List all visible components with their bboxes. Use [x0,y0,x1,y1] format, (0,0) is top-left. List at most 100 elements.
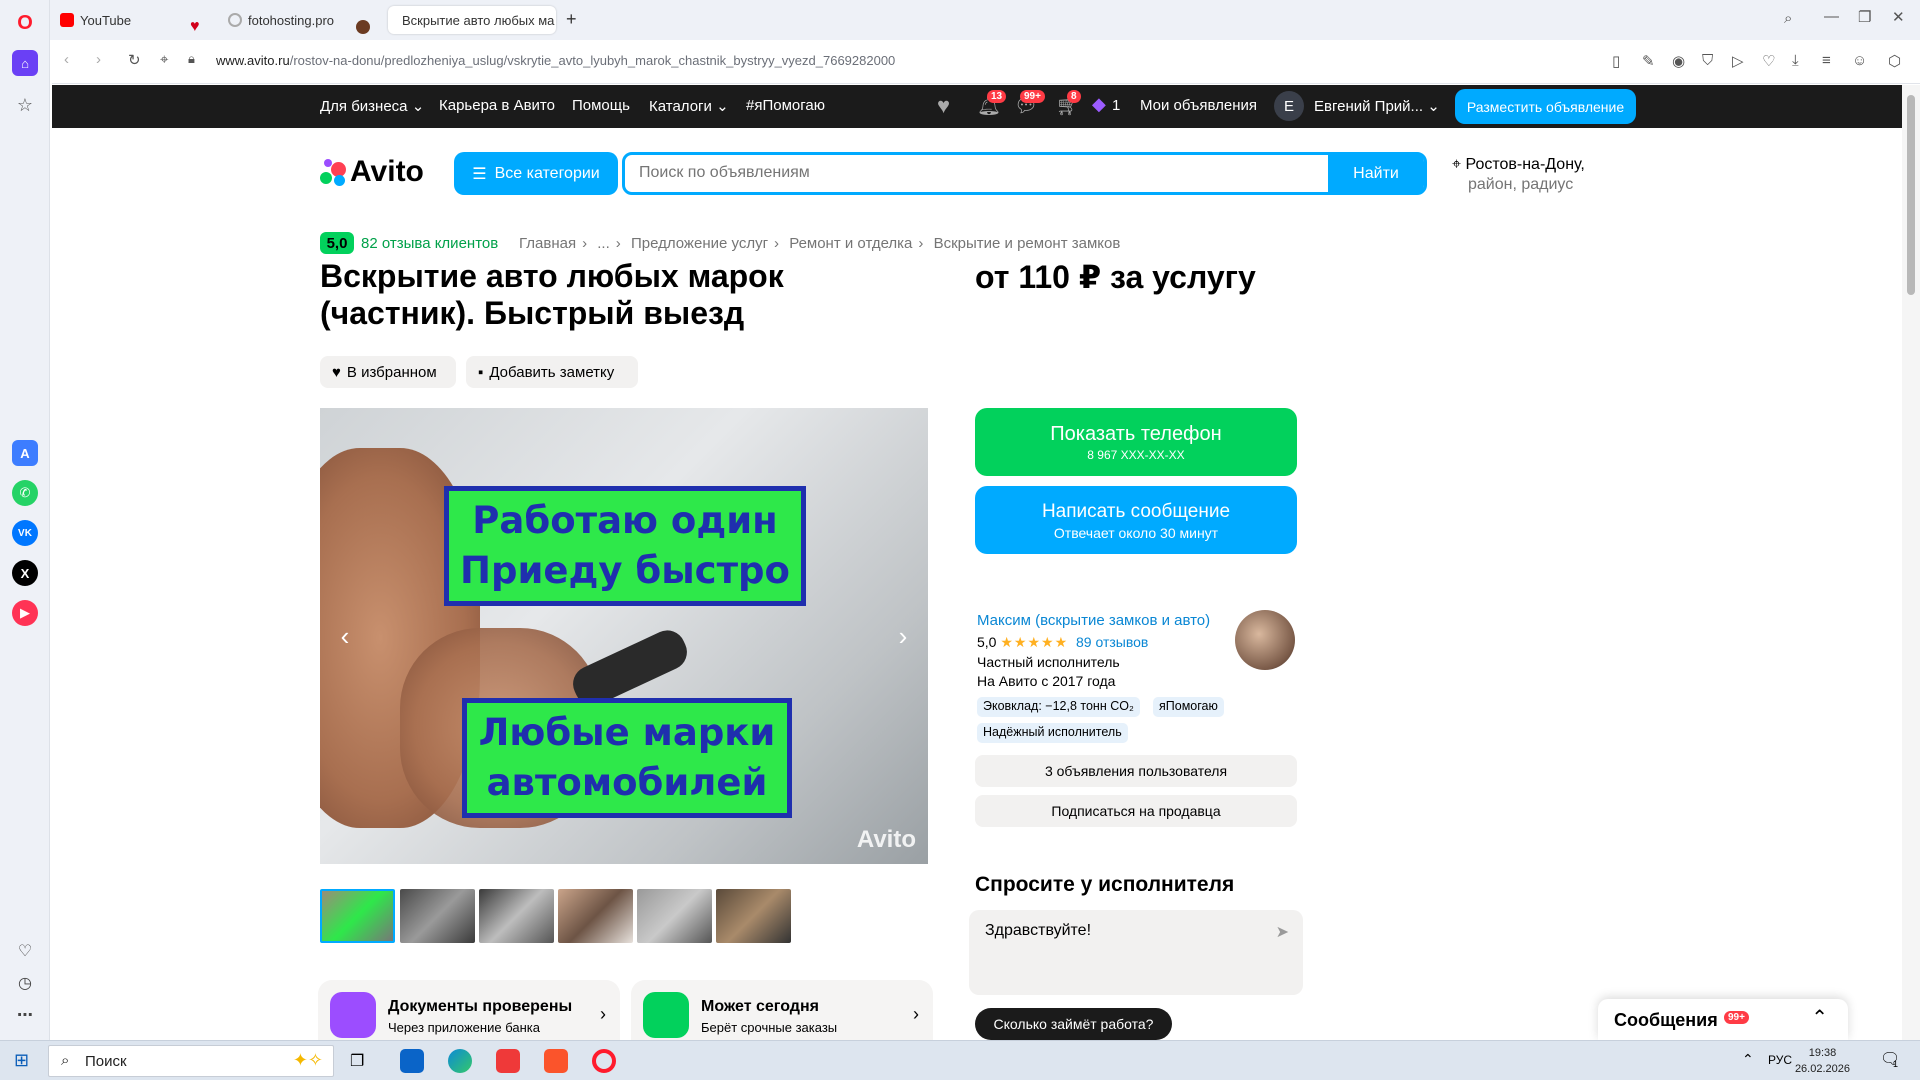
outlook-icon[interactable] [400,1049,424,1073]
opera-sidebar: O ⌂ ☆ A ✆ VK X ▶ ♡ ◷ ⋯ [0,0,50,1040]
nav-ihelp[interactable]: #яПомогаю [746,97,825,114]
extensions-icon[interactable]: ⬡ [1888,52,1901,70]
nav-business[interactable]: Для бизнеса ⌄ [320,97,424,115]
reliable-badge[interactable]: Надёжный исполнитель [977,723,1128,743]
search-input[interactable] [639,164,1279,182]
star-icon[interactable]: ☆ [12,92,38,118]
url-text[interactable]: www.avito.ru/rostov-na-donu/predlozheniy… [216,53,895,68]
seller-avatar[interactable] [1235,610,1295,670]
minimize-icon[interactable]: — [1824,8,1839,25]
quick-question-chip[interactable]: Сколько займёт работа? [975,1008,1172,1040]
thumbnail[interactable] [716,889,791,943]
tab-fotohosting[interactable]: fotohosting.pro [220,6,342,34]
all-categories-button[interactable]: ☰ Все категории [454,152,618,195]
feature-today-card[interactable]: Может сегодня Берёт срочные заказы › [631,980,933,1040]
download-icon[interactable]: ⤓ [1792,52,1799,69]
write-message-button[interactable]: Написать сообщение Отвечает около 30 мин… [975,486,1297,554]
avito-logo[interactable]: Avito [320,155,424,189]
nav-my-ads[interactable]: Мои объявления [1140,97,1257,114]
aria-icon[interactable]: A [12,440,38,466]
show-phone-button[interactable]: Показать телефон 8 967 XXX-XX-XX [975,408,1297,476]
ihelp-badge[interactable]: яПомогаю [1153,697,1224,717]
breadcrumb-home[interactable]: Главная [519,235,576,252]
thumbnail[interactable] [400,889,475,943]
bonus-icon[interactable]: ◆ [1092,94,1106,115]
location-pin-icon[interactable]: ⌖ [160,51,168,68]
eco-badge[interactable]: Эковклад: −12,8 тонн CO₂ [977,697,1140,717]
ask-message-input[interactable]: Здравствуйте! ➤ [969,910,1303,995]
shield-icon[interactable]: ⛉ [1702,52,1713,69]
thumbnail[interactable] [637,889,712,943]
messages-panel[interactable]: Сообщения 99+ ⌃ [1598,999,1848,1040]
history-icon[interactable]: ◷ [12,970,38,996]
user-menu[interactable]: Евгений Прий... ⌄ [1314,97,1440,115]
player-icon[interactable]: ▶ [12,600,38,626]
x-icon[interactable]: X [12,560,38,586]
scrollbar-thumb[interactable] [1907,95,1915,295]
lock-icon[interactable]: 🔒︎ [188,51,195,67]
vivaldi-icon[interactable] [496,1049,520,1073]
thumbnail[interactable] [320,889,395,943]
notifications-count: 1 [1893,1059,1899,1069]
chevron-up-icon[interactable]: ⌃ [1811,1005,1828,1030]
gallery-prev-arrow[interactable]: ‹ [330,621,360,651]
lang-indicator[interactable]: РУС [1768,1053,1792,1067]
breadcrumb-ellipsis[interactable]: ... [597,235,610,252]
subscribe-button[interactable]: Подписаться на продавца [975,795,1297,827]
breadcrumb-repair[interactable]: Ремонт и отделка [789,235,912,252]
whatsapp-icon[interactable]: ✆ [12,480,38,506]
send-icon[interactable]: ➤ [1276,922,1289,942]
menu-icon[interactable]: ≡ [1822,52,1831,69]
favorites-heart-icon[interactable]: ♡ [12,938,38,964]
breadcrumb-services[interactable]: Предложение услуг [631,235,768,252]
home-icon[interactable]: ⌂ [12,50,38,76]
nav-career[interactable]: Карьера в Авито [439,97,555,114]
search-button[interactable]: Найти [1328,152,1424,195]
forward-icon[interactable]: › [96,51,101,68]
post-ad-button[interactable]: Разместить объявление [1455,89,1636,124]
taskbar-search[interactable]: ⌕ Поиск ✦✧ [48,1045,334,1077]
nav-catalogs[interactable]: Каталоги ⌄ [649,97,729,115]
profile-icon[interactable]: ☺ [1852,52,1867,69]
opera-taskbar-icon[interactable] [592,1049,616,1073]
brave-icon[interactable] [544,1049,568,1073]
windows-start-icon[interactable]: ⊞ [14,1050,29,1071]
search-box: Найти [622,152,1427,195]
user-avatar[interactable]: E [1274,91,1304,121]
breadcrumb-locks[interactable]: Вскрытие и ремонт замков [934,235,1121,252]
new-tab-icon[interactable]: + [566,9,577,30]
reload-icon[interactable]: ↻ [128,51,141,69]
location-selector[interactable]: ⌖ Ростов-на-Дону, район, радиус [1452,155,1585,195]
play-icon[interactable]: ▷ [1732,52,1744,70]
restore-icon[interactable]: ❐ [1858,8,1871,26]
edge-icon[interactable] [448,1049,472,1073]
add-note-button[interactable]: ▪ Добавить заметку [466,356,638,388]
favorite-button[interactable]: ♥ В избранном [320,356,456,388]
thumbnail[interactable] [558,889,633,943]
thumbnail[interactable] [479,889,554,943]
seller-reviews-link[interactable]: 89 отзывов [1076,634,1148,650]
clock[interactable]: 19:38 26.02.2026 [1795,1045,1850,1077]
tab-youtube[interactable]: YouTube [52,6,139,34]
opera-logo-icon[interactable]: O [12,10,38,36]
reader-icon[interactable]: ▯ [1612,52,1620,70]
close-window-icon[interactable]: ✕ [1892,8,1905,26]
gallery-next-arrow[interactable]: › [888,621,918,651]
edit-icon[interactable]: ✎ [1642,52,1655,70]
tab-search-icon[interactable]: ⌕ [1784,10,1792,27]
tray-chevron-icon[interactable]: ⌃ [1742,1051,1754,1068]
camera-icon[interactable]: ◉ [1672,52,1685,70]
feature-documents-card[interactable]: Документы проверены Через приложение бан… [318,980,620,1040]
photo-gallery[interactable]: Работаю один Приеду быстро Любые марки а… [320,408,928,864]
task-view-icon[interactable]: ❐ [350,1051,364,1071]
heart-outline-icon[interactable]: ♡ [1762,52,1775,70]
seller-ads-button[interactable]: 3 объявления пользователя [975,755,1297,787]
nav-help[interactable]: Помощь [572,97,630,114]
seller-name-link[interactable]: Максим (вскрытие замков и авто) [977,612,1210,629]
tab-avito[interactable]: Вскрытие авто любых ма [388,6,556,34]
vk-icon[interactable]: VK [12,520,38,546]
more-icon[interactable]: ⋯ [12,1002,38,1028]
favorites-icon[interactable]: ♥ [937,93,950,119]
reviews-link[interactable]: 82 отзыва клиентов [361,235,498,252]
back-icon[interactable]: ‹ [64,51,69,68]
